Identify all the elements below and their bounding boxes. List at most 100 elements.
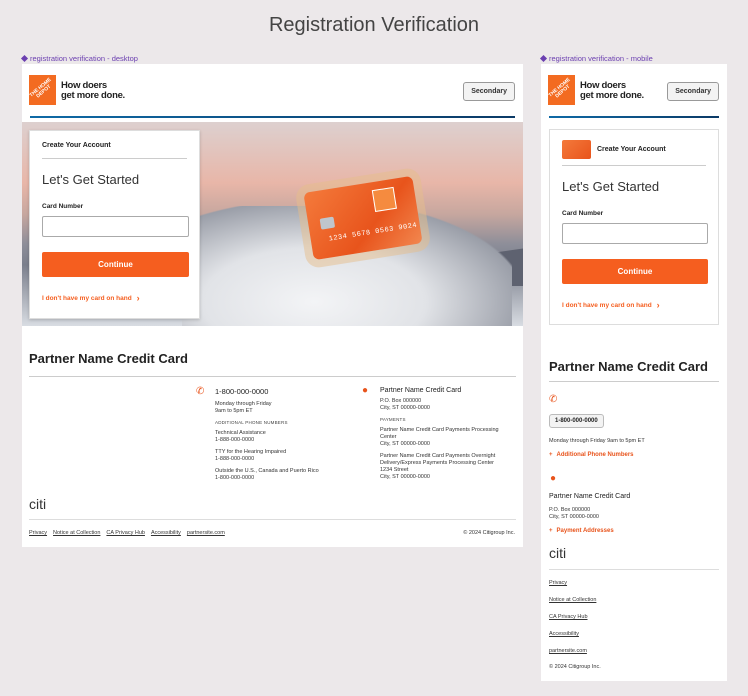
plus-icon: + bbox=[549, 528, 553, 534]
address-section: Partner Name Credit Card P.O. Box 000000… bbox=[380, 387, 510, 481]
frame-label-text: registration verification - mobile bbox=[549, 54, 653, 63]
card-number-display: 1234 5678 0563 9024 bbox=[328, 221, 418, 244]
footer-link-notice[interactable]: Notice at Collection bbox=[549, 597, 596, 603]
address-line2: City, ST 00000-0000 bbox=[380, 405, 430, 411]
frame-diamond-icon bbox=[539, 54, 548, 63]
copyright: © 2024 Citigroup Inc. bbox=[549, 664, 601, 670]
secondary-button[interactable]: Secondary bbox=[463, 82, 515, 101]
continue-button[interactable]: Continue bbox=[562, 259, 708, 284]
home-depot-logo[interactable]: THE HOME DEPOT bbox=[548, 75, 575, 105]
payment-addresses-link[interactable]: + Payment Addresses bbox=[549, 528, 614, 534]
continue-button[interactable]: Continue bbox=[42, 252, 189, 277]
additional-phone-label: Additional Phone Numbers bbox=[556, 452, 634, 458]
payment-addresses-label: Payment Addresses bbox=[556, 528, 614, 534]
card-number-input[interactable] bbox=[562, 223, 708, 244]
phone-section: 1-800-000-0000 Monday through Friday 9am… bbox=[215, 387, 345, 482]
card-number-label: Card Number bbox=[42, 203, 84, 210]
overnight-street: 1234 Street bbox=[380, 467, 409, 473]
form-divider bbox=[42, 158, 187, 159]
tech-label: Technical Assistance bbox=[215, 430, 266, 436]
plus-icon: + bbox=[549, 452, 553, 458]
desktop-frame: THE HOME DEPOT How doers get more done. … bbox=[22, 64, 523, 547]
footer-link-accessibility[interactable]: Accessibility bbox=[549, 631, 579, 637]
site-header: THE HOME DEPOT How doers get more done. … bbox=[22, 64, 523, 120]
location-pin-icon: ● bbox=[362, 385, 369, 396]
address-name: Partner Name Credit Card bbox=[549, 493, 631, 500]
tagline: How doers get more done. bbox=[580, 80, 644, 101]
chevron-right-icon: › bbox=[136, 293, 140, 303]
main-phone[interactable]: 1-800-000-0000 bbox=[215, 387, 345, 396]
overnight-name: Partner Name Credit Card Payments Overni… bbox=[380, 453, 496, 466]
footer-link-ca-privacy[interactable]: CA Privacy Hub bbox=[549, 614, 588, 620]
hours-line1: Monday through Friday bbox=[215, 401, 272, 407]
citi-logo: citi bbox=[29, 496, 47, 512]
no-card-link[interactable]: I don't have my card on hand › bbox=[42, 293, 140, 303]
partner-divider bbox=[549, 381, 719, 382]
footer-divider bbox=[29, 519, 516, 520]
footer-divider bbox=[549, 569, 719, 570]
card-number-label: Card Number bbox=[562, 210, 604, 217]
payments-caption: PAYMENTS bbox=[380, 417, 406, 422]
additional-phone-link[interactable]: + Additional Phone Numbers bbox=[549, 452, 634, 458]
form-heading: Let's Get Started bbox=[562, 179, 660, 194]
location-pin-icon: ● bbox=[550, 473, 557, 484]
tty-label: TTY for the Hearing Impaired bbox=[215, 449, 287, 455]
overnight-city: City, ST 00000-0000 bbox=[380, 474, 430, 480]
no-card-link-label: I don't have my card on hand bbox=[562, 301, 652, 309]
additional-caption: ADDITIONAL PHONE NUMBERS bbox=[215, 420, 288, 425]
no-card-link-label: I don't have my card on hand bbox=[42, 294, 132, 302]
phone-icon: ✆ bbox=[549, 394, 558, 405]
footer-link-accessibility[interactable]: Accessibility bbox=[151, 530, 181, 536]
card-number-input[interactable] bbox=[42, 216, 189, 237]
desktop-frame-label: registration verification - desktop bbox=[20, 54, 138, 63]
phone-pill-button[interactable]: 1-800-000-0000 bbox=[549, 414, 604, 428]
footer-link-notice[interactable]: Notice at Collection bbox=[53, 530, 100, 536]
tagline: How doers get more done. bbox=[61, 80, 125, 101]
footer-link-ca-privacy[interactable]: CA Privacy Hub bbox=[106, 530, 145, 536]
payments-city: City, ST 00000-0000 bbox=[380, 441, 430, 447]
outside-phone[interactable]: 1-800-000-0000 bbox=[215, 475, 345, 482]
copyright: © 2024 Citigroup Inc. bbox=[463, 530, 515, 536]
partner-title: Partner Name Credit Card bbox=[549, 359, 708, 374]
payments-name: Partner Name Credit Card Payments Proces… bbox=[380, 427, 499, 440]
mobile-frame-label: registration verification - mobile bbox=[539, 54, 653, 63]
mobile-create-account-card: Create Your Account Let's Get Started Ca… bbox=[549, 129, 719, 325]
footer-links: Privacy Notice at Collection CA Privacy … bbox=[29, 530, 225, 536]
create-account-card: Create Your Account Let's Get Started Ca… bbox=[29, 130, 200, 319]
mobile-frame: THE HOME DEPOT How doers get more done. … bbox=[541, 64, 727, 681]
footer-link-partnersite[interactable]: partnersite.com bbox=[187, 530, 225, 536]
secondary-button[interactable]: Secondary bbox=[667, 82, 719, 101]
home-depot-logo[interactable]: THE HOME DEPOT bbox=[29, 75, 56, 105]
address-name: Partner Name Credit Card bbox=[380, 387, 462, 394]
partner-title: Partner Name Credit Card bbox=[29, 351, 188, 366]
hours: Monday through Friday 9am to 5pm ET bbox=[549, 438, 645, 444]
header-rule bbox=[30, 116, 515, 118]
tech-phone[interactable]: 1-888-000-0000 bbox=[215, 437, 345, 444]
page-title: Registration Verification bbox=[268, 14, 480, 36]
form-title: Create Your Account bbox=[597, 146, 666, 153]
footer-link-privacy[interactable]: Privacy bbox=[549, 580, 567, 586]
no-card-link[interactable]: I don't have my card on hand › bbox=[562, 300, 660, 310]
hours-line2: 9am to 5pm ET bbox=[215, 408, 253, 414]
frame-label-text: registration verification - desktop bbox=[30, 54, 138, 63]
citi-logo: citi bbox=[549, 545, 567, 561]
mobile-site-header: THE HOME DEPOT How doers get more done. … bbox=[541, 64, 727, 120]
footer-link-privacy[interactable]: Privacy bbox=[29, 530, 47, 536]
header-rule bbox=[549, 116, 719, 118]
form-divider bbox=[562, 165, 706, 166]
form-heading: Let's Get Started bbox=[42, 172, 140, 187]
address-line2: City, ST 00000-0000 bbox=[549, 514, 599, 520]
card-chip-icon bbox=[319, 216, 336, 230]
form-title: Create Your Account bbox=[42, 142, 111, 149]
outside-label: Outside the U.S., Canada and Puerto Rico bbox=[215, 468, 319, 474]
card-thumbnail bbox=[562, 140, 591, 159]
address-line1: P.O. Box 000000 bbox=[549, 507, 591, 513]
tty-phone[interactable]: 1-888-000-0000 bbox=[215, 456, 345, 463]
footer-link-partnersite[interactable]: partnersite.com bbox=[549, 648, 587, 654]
address-line1: P.O. Box 000000 bbox=[380, 398, 422, 404]
frame-diamond-icon bbox=[20, 54, 29, 63]
chevron-right-icon: › bbox=[656, 300, 660, 310]
partner-divider bbox=[29, 376, 516, 377]
card-logo-icon bbox=[371, 186, 397, 213]
phone-icon: ✆ bbox=[196, 386, 205, 397]
